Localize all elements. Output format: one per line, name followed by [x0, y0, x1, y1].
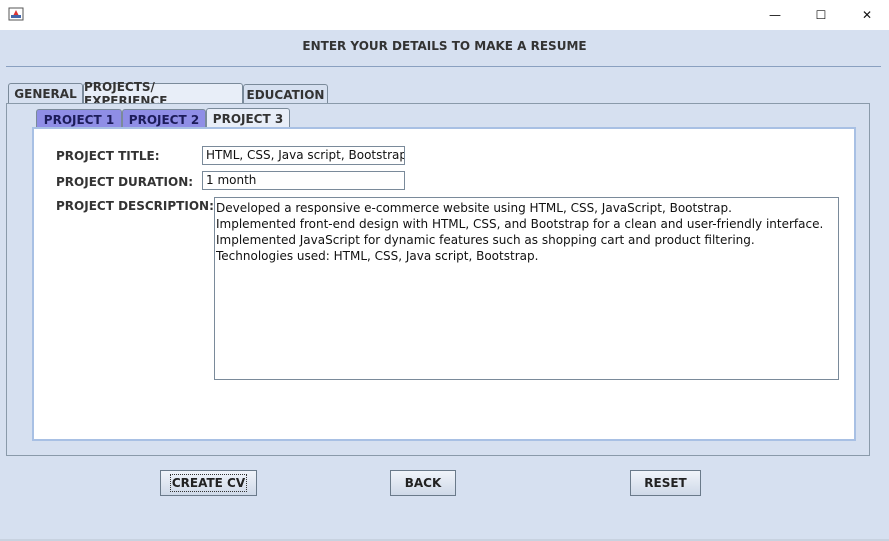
- project-description-textarea[interactable]: Developed a responsive e-commerce websit…: [214, 197, 839, 380]
- subtab-project-1[interactable]: PROJECT 1: [36, 109, 122, 129]
- description-line: Developed a responsive e-commerce websit…: [216, 201, 732, 215]
- create-cv-button[interactable]: CREATE CV: [160, 470, 257, 496]
- java-app-icon: [8, 6, 24, 22]
- minimize-button[interactable]: —: [752, 0, 798, 30]
- close-icon: ✕: [861, 8, 873, 22]
- tab-general[interactable]: GENERAL: [8, 83, 83, 104]
- subtab-project-2-label: PROJECT 2: [128, 112, 200, 127]
- project-title-field[interactable]: HTML, CSS, Java script, Bootstrap.: [202, 146, 405, 165]
- tab-education[interactable]: EDUCATION: [243, 84, 328, 104]
- close-button[interactable]: ✕: [844, 0, 889, 30]
- reset-button[interactable]: RESET: [630, 470, 701, 496]
- back-button-label: BACK: [404, 476, 442, 490]
- project-title-label: PROJECT TITLE:: [56, 149, 160, 163]
- heading-separator: [6, 66, 881, 67]
- back-button[interactable]: BACK: [390, 470, 456, 496]
- page-title: ENTER YOUR DETAILS TO MAKE A RESUME: [302, 39, 587, 53]
- project-duration-field[interactable]: 1 month: [202, 171, 405, 190]
- subtab-project-1-label: PROJECT 1: [43, 112, 115, 127]
- project-description-label: PROJECT DESCRIPTION:: [56, 199, 214, 213]
- tab-general-label: GENERAL: [14, 87, 77, 101]
- description-line: Implemented front-end design with HTML, …: [216, 217, 824, 231]
- maximize-icon: ☐: [815, 8, 827, 22]
- maximize-button[interactable]: ☐: [798, 0, 844, 30]
- title-bar: — ☐ ✕: [0, 0, 889, 30]
- subtab-project-2[interactable]: PROJECT 2: [122, 109, 206, 129]
- reset-button-label: RESET: [644, 476, 687, 490]
- project-duration-label: PROJECT DURATION:: [56, 175, 194, 189]
- minimize-icon: —: [769, 8, 781, 22]
- create-cv-button-label: CREATE CV: [169, 474, 248, 492]
- subtab-project-3[interactable]: PROJECT 3: [206, 108, 290, 129]
- tab-education-label: EDUCATION: [246, 87, 325, 102]
- description-line: Technologies used: HTML, CSS, Java scrip…: [216, 249, 539, 263]
- tab-projects-experience[interactable]: PROJECTS/ EXPERIENCE: [83, 80, 243, 108]
- description-line: Implemented JavaScript for dynamic featu…: [216, 233, 755, 247]
- subtab-project-3-label: PROJECT 3: [212, 112, 284, 126]
